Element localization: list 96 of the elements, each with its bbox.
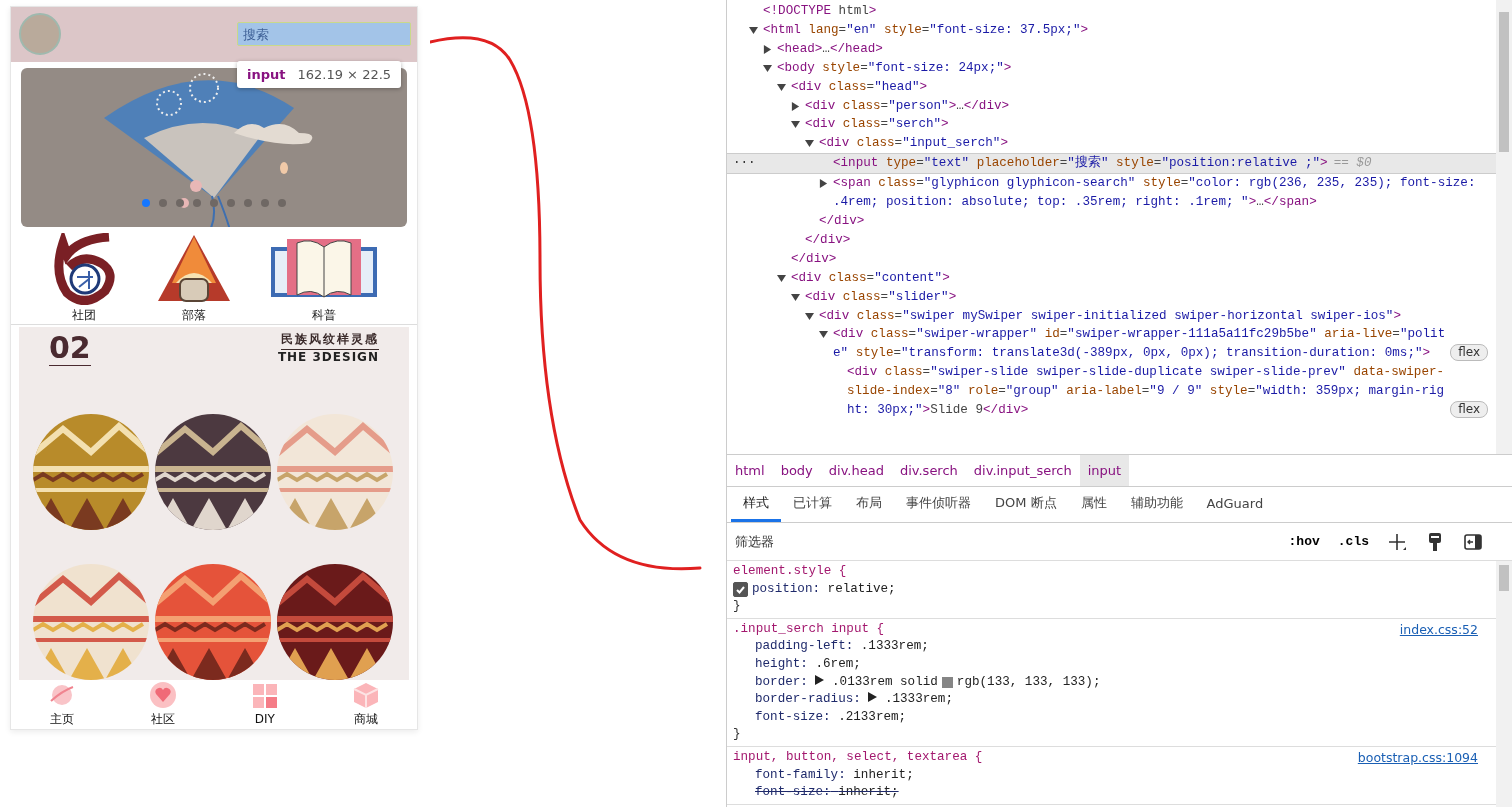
dom-node-line[interactable]: <input type="text" placeholder="搜索" style="position:relative ;"> (833, 154, 1328, 174)
carousel-dot[interactable] (227, 198, 235, 207)
layout-badge[interactable]: flex (1450, 344, 1488, 362)
panel-tab[interactable]: 已计算 (781, 487, 844, 522)
css-property[interactable]: height: .6rem; (755, 655, 861, 674)
tooltip-size: 162.19 × 22.5 (297, 67, 392, 82)
dom-node-line[interactable]: <div class="swiper-wrapper" id="swiper-wrapper-111a5a11fc29b5be" aria-live="polite" style="transform: translate3d(-389px, 0px, 0px); transition-duration: 0ms;"> (833, 325, 1447, 364)
expand-arrow-icon[interactable] (805, 139, 814, 149)
dom-node-line[interactable]: <div class="serch"> (805, 115, 949, 135)
carousel-dot[interactable] (159, 198, 167, 207)
more-dots[interactable]: ··· (733, 154, 756, 174)
closing-tag: </div> (819, 211, 865, 231)
dom-node-line[interactable]: <span class="glyphicon glyphicon-search" style="color: rgb(236, 235, 235); font-size: .4rem; position: absolute; top: .35rem; right: .1rem; ">…</span> (833, 174, 1488, 212)
dom-node-line[interactable]: <div class="swiper mySwiper swiper-initialized swiper-horizontal swiper-ios"> (819, 306, 1401, 326)
dom-node-line[interactable]: <div class="person">…</div> (805, 96, 1010, 116)
category-label[interactable]: 科普 (311, 306, 336, 324)
carousel-dot[interactable] (193, 198, 201, 207)
carousel-dot[interactable] (278, 198, 286, 207)
dom-node-line[interactable]: <body style="font-size: 24px;"> (777, 58, 1012, 78)
property-checkbox[interactable] (733, 581, 748, 597)
breadcrumb[interactable]: div.serch (891, 455, 966, 486)
breadcrumb[interactable]: html (727, 455, 773, 486)
breadcrumb[interactable]: input (1079, 455, 1130, 486)
toolbar-toggle[interactable]: .cls (1330, 534, 1376, 549)
color-swatch[interactable] (941, 676, 953, 688)
expand-arrow-icon[interactable] (868, 692, 878, 703)
scrollbar[interactable] (1496, 561, 1512, 807)
tab-bar-label[interactable]: 社区 (151, 710, 176, 728)
closing-brace: } (733, 726, 742, 744)
category-label[interactable]: 社团 (72, 306, 97, 324)
color-value: rgb(133, 133, 133); (956, 673, 1101, 691)
panel-tab[interactable]: 布局 (844, 487, 894, 522)
carousel-dot[interactable] (176, 198, 184, 207)
poster-subtitle: THE 3DESIGN (277, 349, 379, 364)
css-selector: .input_serch input { (733, 620, 885, 638)
carousel-dot[interactable] (261, 198, 269, 207)
panel-tab[interactable]: DOM 断点 (983, 487, 1069, 522)
dom-node-line[interactable]: <div class="head"> (791, 77, 928, 97)
source-link[interactable]: index.css:52 (1399, 620, 1478, 639)
panel-tab[interactable]: 样式 (731, 487, 781, 522)
tab-bar-label[interactable]: DIY (254, 712, 275, 727)
expand-arrow-icon[interactable] (791, 101, 800, 111)
closing-brace: } (733, 598, 742, 616)
carousel-dot[interactable] (142, 198, 150, 207)
css-property[interactable]: font-family: inherit; (755, 766, 914, 785)
panel-tab[interactable]: 辅助功能 (1118, 487, 1195, 522)
breadcrumb[interactable]: div.input_serch (965, 455, 1080, 486)
expand-arrow-icon[interactable] (815, 674, 825, 685)
panel-tab[interactable]: 事件侦听器 (894, 487, 983, 522)
expand-arrow-icon[interactable] (805, 311, 814, 321)
breadcrumb[interactable]: div.head (820, 455, 892, 486)
expand-arrow-icon[interactable] (791, 120, 800, 130)
layout-badge[interactable]: flex (1450, 400, 1488, 418)
dom-node-line[interactable]: <div class="swiper-slide swiper-slide-duplicate swiper-slide-prev" data-swiper-slide-index="8" role="group" aria-label="9 / 9" style="width: 359px; margin-right: 30px;">Slide 9</div> (847, 363, 1447, 420)
panel-tab[interactable]: AdGuard (1194, 487, 1276, 522)
css-property[interactable]: border-radius: .1333rem; (755, 691, 953, 709)
breadcrumb[interactable]: body (772, 455, 821, 486)
expand-arrow-icon[interactable] (777, 82, 786, 92)
dom-node-line[interactable]: <div class="input_serch"> (819, 134, 1008, 154)
poster-number: 02 (49, 330, 91, 366)
expand-arrow-icon[interactable] (819, 179, 828, 189)
dom-node-line[interactable]: <html lang="en" style="font-size: 37.5px;"> (763, 20, 1089, 40)
toolbar-toggle[interactable]: :hov (1281, 534, 1327, 549)
tab-bar-label[interactable]: 商城 (354, 710, 379, 728)
node-reference: == $0 (1333, 155, 1372, 173)
expand-arrow-icon[interactable] (749, 25, 758, 35)
source-link[interactable]: bootstrap.css:1094 (1357, 748, 1478, 767)
category-label[interactable]: 部落 (182, 306, 206, 324)
expand-arrow-icon[interactable] (763, 63, 772, 73)
expand-arrow-icon[interactable] (791, 292, 800, 302)
grid-icon (250, 682, 279, 711)
dom-node-line[interactable]: <div class="content"> (791, 268, 950, 288)
dom-node-line[interactable]: <!DOCTYPE html> (763, 2, 877, 21)
tab-bar-label[interactable]: 主页 (49, 710, 74, 728)
css-selector: element.style { (733, 563, 847, 580)
css-property[interactable]: position: relative; (752, 580, 896, 599)
tooltip-tag: input (247, 67, 286, 82)
search-field[interactable]: 搜索 (237, 22, 411, 47)
dom-node-line[interactable]: <head>…</head> (777, 39, 883, 59)
carousel-dot[interactable] (210, 198, 218, 207)
expand-arrow-icon[interactable] (819, 330, 828, 340)
css-property[interactable]: font-size: .2133rem; (755, 708, 907, 727)
panel-tab[interactable]: 属性 (1068, 487, 1119, 522)
css-selector: input, button, select, textarea { (733, 748, 983, 766)
poster-title: 民族风纹样灵感 (281, 330, 379, 350)
closing-tag: </div> (791, 249, 837, 269)
dom-node-line[interactable]: <div class="slider"> (805, 287, 957, 307)
expand-arrow-icon[interactable] (777, 273, 786, 283)
css-property[interactable]: border: .0133rem solid (755, 673, 938, 692)
carousel-dot[interactable] (244, 198, 252, 207)
css-property[interactable]: padding-left: .1333rem; (755, 638, 929, 656)
scrollbar[interactable] (1496, 0, 1512, 454)
expand-arrow-icon[interactable] (763, 44, 772, 54)
cube-icon (352, 680, 381, 709)
css-property[interactable]: font-size: inherit; (755, 784, 899, 802)
closing-tag: </div> (805, 230, 851, 250)
